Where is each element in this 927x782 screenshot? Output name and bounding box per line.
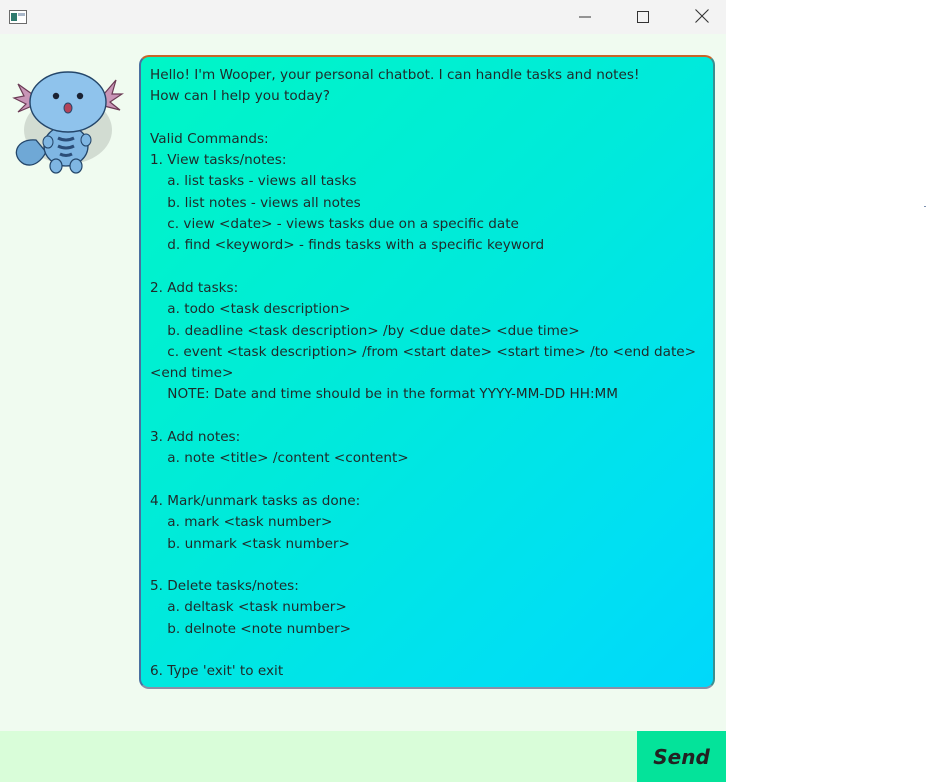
close-icon bbox=[695, 8, 709, 27]
message-line: a. list tasks - views all tasks bbox=[150, 173, 357, 190]
message-line: a. deltask <task number> bbox=[150, 599, 347, 616]
background-artifact bbox=[924, 206, 926, 207]
app-icon bbox=[9, 9, 27, 24]
message-line bbox=[150, 640, 713, 661]
message-line: c. event <task description> /from <start… bbox=[150, 343, 697, 360]
message-line: 2. Add tasks: bbox=[150, 279, 239, 296]
message-line: c. view <date> - views tasks due on a sp… bbox=[150, 216, 519, 233]
message-line: 6. Type 'exit' to exit bbox=[150, 663, 284, 680]
message-line: Valid Commands: bbox=[150, 130, 269, 147]
message-line: <end time> bbox=[150, 365, 234, 382]
message-line: 4. Mark/unmark tasks as done: bbox=[150, 492, 361, 509]
minimize-icon bbox=[579, 8, 591, 27]
title-bar bbox=[0, 0, 726, 34]
dialog-container[interactable]: Hello! I'm Wooper, your personal chatbot… bbox=[0, 34, 726, 731]
user-input-field[interactable] bbox=[0, 731, 637, 782]
message-line: d. find <keyword> - finds tasks with a s… bbox=[150, 237, 545, 254]
message-line: b. unmark <task number> bbox=[150, 535, 350, 552]
message-line: a. todo <task description> bbox=[150, 301, 351, 318]
chat-window: Hello! I'm Wooper, your personal chatbot… bbox=[0, 0, 726, 782]
minimize-button[interactable] bbox=[562, 0, 608, 34]
message-line: a. note <title> /content <content> bbox=[150, 450, 409, 467]
message-line bbox=[150, 406, 713, 427]
message-line: b. list notes - views all notes bbox=[150, 194, 361, 211]
wooper-avatar bbox=[8, 60, 130, 182]
message-line: How can I help you today? bbox=[150, 88, 330, 105]
message-line bbox=[150, 470, 713, 491]
message-line bbox=[150, 257, 713, 278]
message-line: 5. Delete tasks/notes: bbox=[150, 578, 299, 595]
bot-message-bubble: Hello! I'm Wooper, your personal chatbot… bbox=[139, 55, 715, 689]
message-line: 1. View tasks/notes: bbox=[150, 152, 287, 169]
message-line: a. mark <task number> bbox=[150, 514, 333, 531]
message-line: 3. Add notes: bbox=[150, 429, 241, 446]
close-button[interactable] bbox=[679, 0, 725, 34]
send-button[interactable]: Send bbox=[637, 731, 726, 782]
message-line: Hello! I'm Wooper, your personal chatbot… bbox=[150, 67, 640, 83]
message-line: NOTE: Date and time should be in the for… bbox=[150, 386, 618, 403]
message-line: b. delnote <note number> bbox=[150, 620, 352, 637]
message-line bbox=[150, 108, 713, 129]
message-line: b. deadline <task description> /by <due … bbox=[150, 322, 580, 339]
maximize-icon bbox=[637, 8, 649, 27]
maximize-button[interactable] bbox=[620, 0, 666, 34]
message-line bbox=[150, 555, 713, 576]
